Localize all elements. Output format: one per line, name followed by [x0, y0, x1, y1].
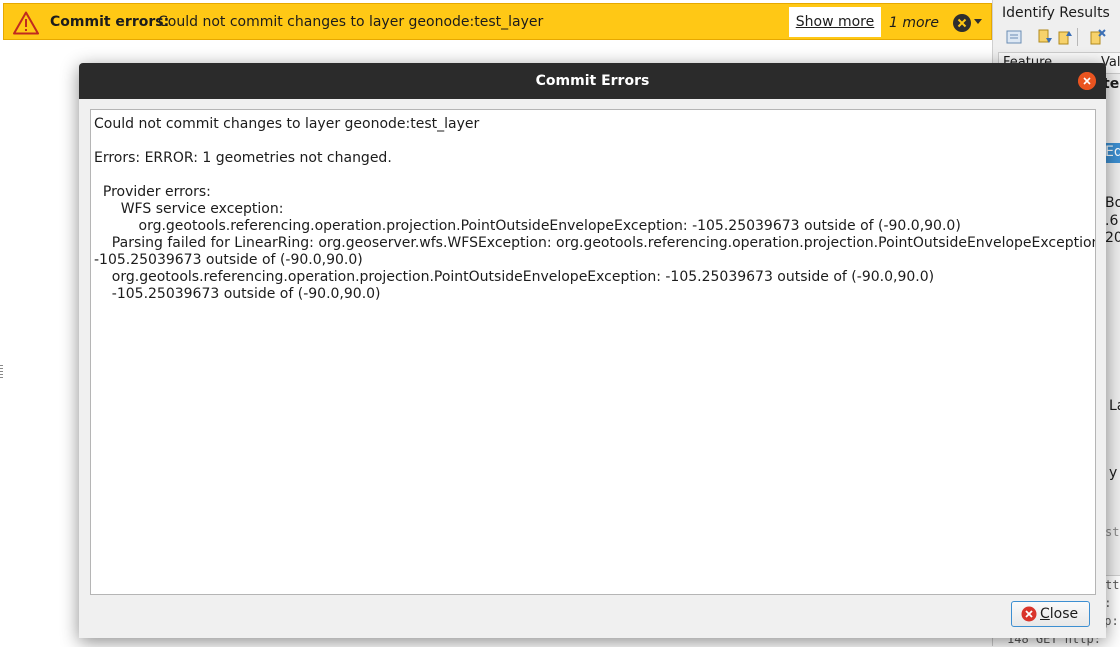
result-fragment: .6	[1105, 213, 1119, 229]
error-line: Provider errors:	[94, 184, 211, 200]
message-text: Could not commit changes to layer geonod…	[158, 14, 544, 30]
error-details-text[interactable]: Could not commit changes to layer geonod…	[90, 109, 1096, 595]
error-line: org.geotools.referencing.operation.proje…	[94, 218, 961, 234]
result-fragment: Edi	[1105, 144, 1120, 160]
warning-icon	[13, 11, 39, 35]
result-fragment: 20	[1105, 230, 1120, 246]
log-line: ttp	[1105, 578, 1120, 592]
more-messages-count[interactable]: 1 more	[889, 15, 939, 31]
panel-title: Identify Results	[1002, 5, 1110, 21]
result-fragment: Bo	[1105, 195, 1120, 211]
close-button[interactable]: Close	[1011, 601, 1090, 627]
error-line: org.geotools.referencing.operation.proje…	[94, 269, 935, 285]
result-fragment: y	[1109, 465, 1118, 481]
error-line: Errors: ERROR: 1 geometries not changed.	[94, 150, 392, 166]
splitter-handle[interactable]	[0, 365, 3, 379]
close-icon	[1021, 606, 1037, 622]
collapse-icon[interactable]	[1057, 28, 1075, 46]
message-bar: Commit errors: Could not commit changes …	[3, 3, 992, 40]
result-fragment: La	[1109, 398, 1120, 414]
error-line: Could not commit changes to layer geonod…	[94, 116, 480, 132]
expand-new-icon[interactable]	[1089, 28, 1107, 46]
dismiss-icon[interactable]	[951, 12, 973, 34]
expand-icon[interactable]	[1037, 28, 1055, 46]
error-line: -105.25039673 outside of (-90.0,90.0)	[94, 252, 363, 268]
error-line: WFS service exception:	[94, 201, 284, 217]
window-close-icon[interactable]	[1078, 72, 1096, 90]
error-line: Parsing failed for LinearRing: org.geose…	[94, 235, 1096, 251]
close-button-label: Close	[1040, 606, 1079, 622]
commit-errors-dialog: Commit Errors Could not commit changes t…	[79, 63, 1106, 638]
message-title: Commit errors:	[50, 14, 170, 30]
dialog-titlebar[interactable]: Commit Errors	[79, 63, 1106, 99]
toolbar-separator	[1077, 28, 1078, 46]
show-more-button[interactable]: Show more	[789, 7, 881, 37]
result-fragment: sts	[1105, 525, 1120, 539]
expand-tree-icon[interactable]	[1005, 28, 1023, 46]
error-line: -105.25039673 outside of (-90.0,90.0)	[94, 286, 381, 302]
dropdown-arrow-icon[interactable]	[974, 19, 982, 25]
dialog-title: Commit Errors	[535, 73, 650, 89]
